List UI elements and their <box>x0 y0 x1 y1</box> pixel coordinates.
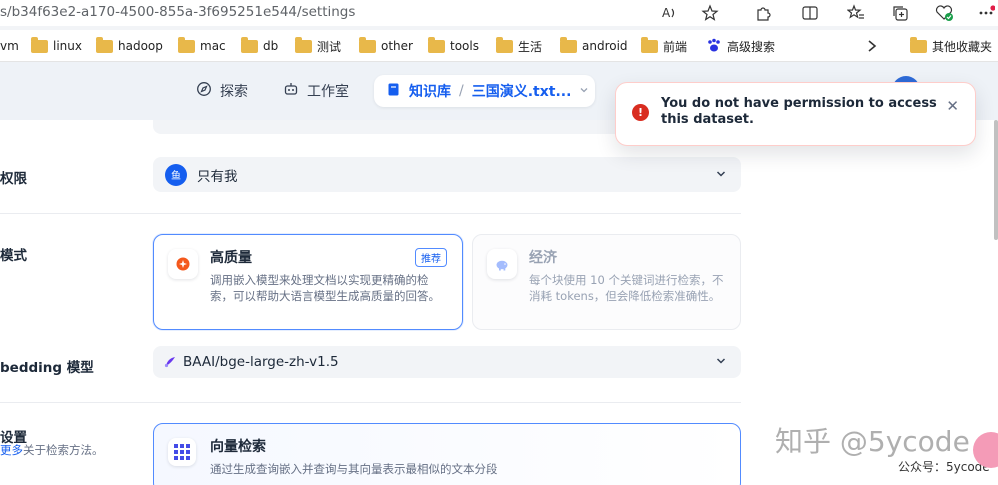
folder-icon <box>428 36 445 53</box>
browser-toolbar: s/b34f63e2-a170-4500-855a-3f695251e544/s… <box>0 0 998 26</box>
bookmarks-bar: vm linux hadoop mac db 测试 other tools 生活… <box>0 30 998 62</box>
folder-icon <box>496 36 513 53</box>
bookmark-test[interactable]: 测试 <box>295 36 341 54</box>
divider <box>0 213 741 214</box>
permission-select[interactable]: 鱼 只有我 <box>153 157 741 192</box>
favorite-star-icon[interactable] <box>700 3 720 23</box>
nav-explore[interactable]: 探索 <box>196 80 248 102</box>
folder-icon <box>295 36 312 53</box>
breadcrumb-separator: / <box>459 83 464 99</box>
collections-icon[interactable] <box>890 3 910 23</box>
book-icon <box>386 82 401 101</box>
read-aloud-icon[interactable]: A <box>660 3 680 23</box>
robot-icon <box>283 81 299 101</box>
mode-option-economy[interactable]: 经济 每个块使用 10 个关键词进行检索，不消耗 tokens，但会降低检索准确… <box>472 234 741 330</box>
folder-icon <box>96 36 113 53</box>
close-icon[interactable]: ✕ <box>946 97 959 115</box>
more-icon[interactable] <box>976 3 996 23</box>
chevron-down-icon[interactable] <box>579 83 589 99</box>
bookmark-hadoop[interactable]: hadoop <box>96 36 163 54</box>
card-description: 每个块使用 10 个关键词进行检索，不消耗 tokens，但会降低检索准确性。 <box>529 273 724 303</box>
watermark: 知乎 @5ycode <box>775 425 970 458</box>
learn-more-link[interactable]: 更多 <box>0 443 23 457</box>
bookmark-vm[interactable]: vm <box>0 38 19 54</box>
embedding-model-select[interactable]: BAAI/bge-large-zh-v1.5 <box>153 346 741 378</box>
vector-grid-icon <box>168 438 196 466</box>
bookmark-android[interactable]: android <box>560 36 628 54</box>
divider <box>0 402 741 403</box>
bookmark-linux[interactable]: linux <box>31 36 82 54</box>
retrieval-help-text: 更多关于检索方法。 <box>0 443 104 457</box>
folder-icon <box>31 36 48 53</box>
address-bar[interactable]: s/b34f63e2-a170-4500-855a-3f695251e544/s… <box>0 4 355 20</box>
chevron-right-icon[interactable] <box>866 38 878 54</box>
chevron-down-icon <box>715 167 727 182</box>
knowledge-nav-pill[interactable]: 知识库 / 三国演义.txt... <box>374 75 595 107</box>
toast-message: You do not have permission to access thi… <box>661 96 937 127</box>
folder-icon <box>241 36 258 53</box>
knowledge-label: 知识库 <box>409 84 451 100</box>
mode-option-high-quality[interactable]: 高质量 推荐 调用嵌入模型来处理文档以实现更精确的检索，可以帮助大语言模型生成高… <box>153 234 463 330</box>
chevron-down-icon <box>715 355 727 370</box>
error-icon: ! <box>632 104 649 121</box>
bookmark-other[interactable]: other <box>359 36 413 54</box>
card-description: 调用嵌入模型来处理文档以实现更精确的检索，可以帮助大语言模型生成高质量的回答。 <box>210 273 440 303</box>
folder-icon <box>641 36 658 53</box>
card-title: 经济 <box>529 250 557 266</box>
card-description: 通过生成查询嵌入并查询与其向量表示最相似的文本分段 <box>210 462 498 476</box>
error-toast: ! You do not have permission to access t… <box>615 82 976 146</box>
recommended-badge: 推荐 <box>415 248 447 267</box>
bookmark-frontend[interactable]: 前端 <box>641 36 687 54</box>
bookmark-db[interactable]: db <box>241 36 278 54</box>
nav-studio[interactable]: 工作室 <box>283 80 349 102</box>
embedding-model-value: BAAI/bge-large-zh-v1.5 <box>183 354 339 370</box>
permission-value: 只有我 <box>197 168 238 185</box>
bookmark-other-favorites[interactable]: 其他收藏夹 <box>910 36 992 54</box>
folder-icon <box>359 36 376 53</box>
folder-icon <box>178 36 195 53</box>
piggy-bank-icon <box>487 249 517 279</box>
folder-icon <box>910 36 927 53</box>
embedding-model-label: bedding 模型 <box>0 360 94 376</box>
card-title: 向量检索 <box>210 439 266 455</box>
mode-label: 模式 <box>0 248 27 264</box>
bookmark-advanced-search[interactable]: 高级搜索 <box>706 38 775 54</box>
model-brand-icon <box>163 355 177 369</box>
compass-icon <box>196 81 212 101</box>
retrieval-option-vector[interactable]: 向量检索 通过生成查询嵌入并查询与其向量表示最相似的文本分段 <box>153 423 741 485</box>
card-title: 高质量 <box>210 250 252 266</box>
extensions-icon[interactable] <box>753 3 773 23</box>
bookmark-mac[interactable]: mac <box>178 36 226 54</box>
browser-essentials-icon[interactable] <box>934 3 954 23</box>
permission-label: 权限 <box>0 171 27 187</box>
bookmark-tools[interactable]: tools <box>428 36 479 54</box>
sparkle-icon <box>168 249 198 279</box>
folder-icon <box>560 36 577 53</box>
baidu-paw-icon <box>706 37 722 56</box>
scrollbar[interactable] <box>994 120 998 240</box>
bookmark-life[interactable]: 生活 <box>496 36 542 54</box>
favorites-icon[interactable] <box>846 3 866 23</box>
avatar: 鱼 <box>165 163 187 186</box>
split-screen-icon[interactable] <box>800 3 820 23</box>
svg-text:A: A <box>662 6 671 20</box>
dataset-name[interactable]: 三国演义.txt... <box>472 81 572 101</box>
